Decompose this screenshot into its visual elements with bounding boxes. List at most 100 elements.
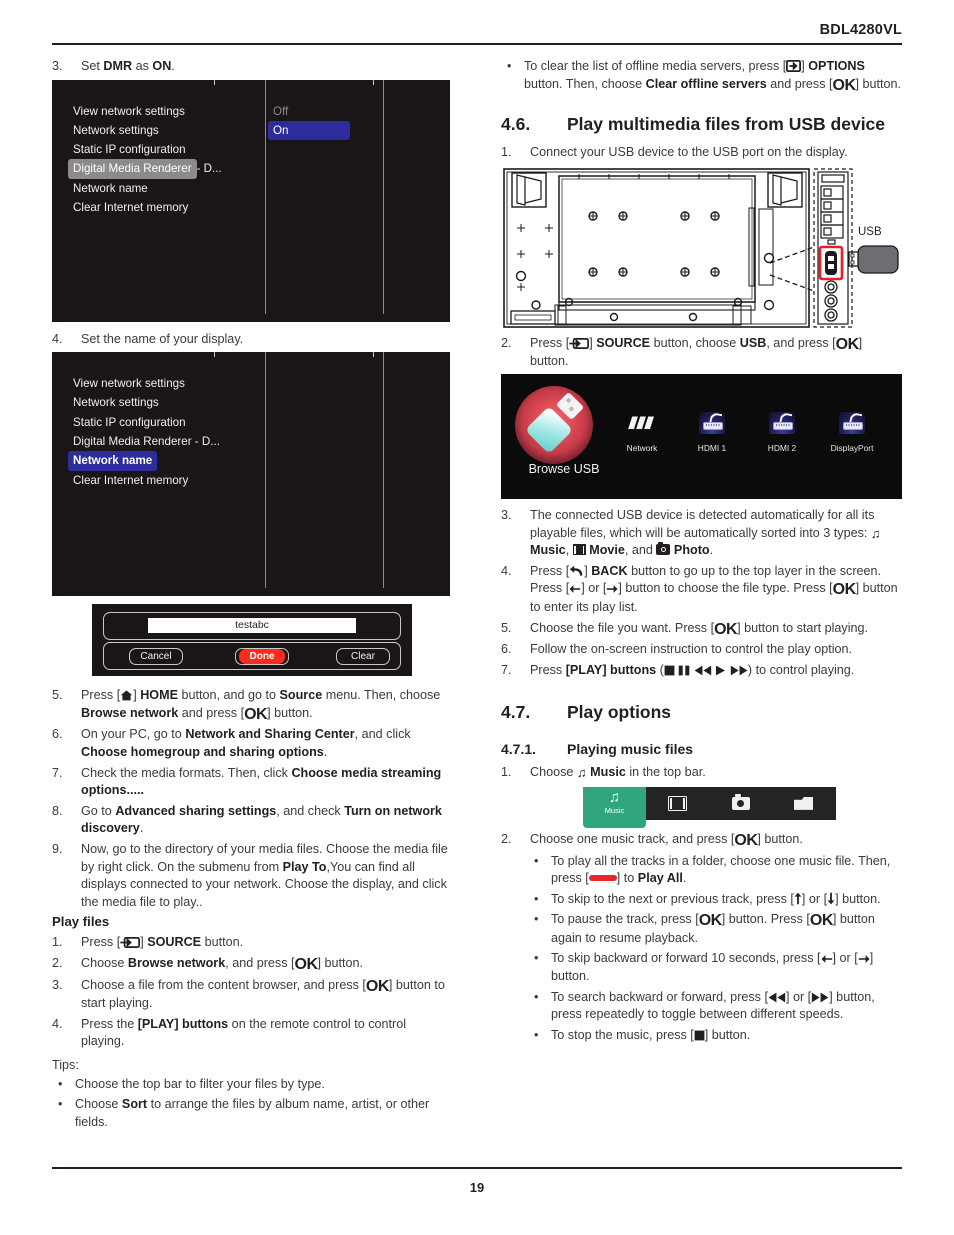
- source-item-network[interactable]: Network: [606, 408, 678, 453]
- text-run: ] or [: [832, 951, 858, 966]
- source-label-browse-usb: Browse USB: [528, 461, 600, 476]
- network-name-input[interactable]: testabc: [148, 618, 356, 634]
- text-run: Choose: [75, 1097, 122, 1112]
- text-run: Follow the on-screen instruction to cont…: [530, 642, 853, 657]
- osd-item[interactable]: Network settings: [68, 393, 164, 412]
- text-run-semibold: OPTIONS: [808, 59, 865, 73]
- osd-item[interactable]: Static IP configuration: [68, 140, 191, 159]
- text-run-bold: Photo: [670, 543, 710, 558]
- left-arrow-icon: [569, 581, 581, 595]
- list-number: 3.: [52, 977, 63, 992]
- list-item: 7. Check the media formats. Then, click C…: [52, 765, 452, 800]
- osd-option-on[interactable]: On: [268, 120, 350, 141]
- list-item: 9. Now, go to the directory of your media…: [52, 841, 452, 911]
- ok-key-glyph: OK: [809, 912, 834, 930]
- text-run-bold: Play All: [637, 871, 683, 886]
- osd-item[interactable]: Network name: [68, 179, 153, 198]
- text-run: menu. Then, choose: [322, 688, 441, 703]
- music-bullets-list: • To play all the tracks in a folder, cho…: [501, 853, 902, 1045]
- done-button[interactable]: Done: [235, 648, 289, 666]
- section-number: 4.7.1.: [501, 741, 537, 758]
- ok-key-glyph: OK: [294, 955, 319, 973]
- text-run: Choose a file from the content browser, …: [81, 977, 366, 992]
- list-item: • To skip backward or forward 10 seconds,…: [501, 950, 902, 985]
- osd-item[interactable]: View network settings: [68, 374, 190, 393]
- text-run: ] button.: [267, 705, 313, 720]
- list-item-text: Now, go to the directory of your media f…: [81, 842, 448, 909]
- text-run: Choose the top bar to filter your files …: [75, 1076, 325, 1091]
- list-item-text: Choose the file you want. Press [OK] but…: [530, 621, 868, 638]
- osd-item-selected[interactable]: Network name: [68, 451, 158, 471]
- text-run: , and press [: [225, 955, 295, 970]
- list-item-text: On your PC, go to Network and Sharing Ce…: [81, 727, 411, 759]
- text-run: .: [323, 744, 328, 759]
- osd-item[interactable]: Digital Media Renderer - D...: [68, 432, 225, 451]
- up-arrow-icon: [794, 892, 802, 906]
- text-run-semibold: HOME: [140, 688, 178, 703]
- text-run-bold: Source: [279, 688, 323, 703]
- ok-key-glyph: OK: [714, 620, 738, 638]
- list-item-text: Press [PLAY] buttons ( ) to control play…: [530, 663, 854, 677]
- right-steps-list: 3. The connected USB device is detected a…: [501, 507, 902, 679]
- osd-item[interactable]: Network settings: [68, 121, 164, 140]
- text-run-bold: [PLAY] buttons: [565, 662, 657, 677]
- osd-item[interactable]: Clear Internet memory: [68, 471, 193, 490]
- list-item: 4. Press [] BACK button to go up to the t…: [501, 563, 902, 617]
- media-type-top-bar: ♫ Music: [583, 786, 836, 828]
- bullet-text: To search backward or forward, press [] …: [551, 990, 875, 1022]
- step3-mid: as: [132, 59, 153, 73]
- section-title: Play multimedia files from USB device: [567, 114, 886, 135]
- cancel-button[interactable]: Cancel: [129, 648, 183, 666]
- folder-icon: [794, 796, 813, 810]
- list-number: 2.: [501, 831, 512, 846]
- osd-option-off[interactable]: Off: [268, 102, 350, 121]
- text-run: Press the: [81, 1016, 138, 1031]
- music-note-icon: ♫: [576, 765, 587, 781]
- display-rear-panel-diagram: USB: [501, 165, 902, 333]
- osd-item[interactable]: Static IP configuration: [68, 413, 191, 432]
- section-number: 4.6.: [501, 114, 531, 135]
- source-item-hdmi1[interactable]: HDMI 1: [676, 408, 748, 453]
- source-item-label: DisplayPort: [830, 442, 874, 453]
- ok-key-glyph: OK: [244, 705, 268, 723]
- text-run: and press [: [178, 705, 245, 720]
- stop-icon: [664, 663, 675, 677]
- usb-callout-label: USB: [858, 226, 882, 238]
- text-run: ] button.: [317, 955, 364, 970]
- text-run: ) to control playing.: [747, 662, 855, 677]
- right-top-bullet-list: • To clear the list of offline media ser…: [501, 58, 902, 94]
- list-number: 7.: [52, 765, 63, 780]
- usb-stick-icon[interactable]: [515, 385, 593, 464]
- text-run: ] or [: [801, 891, 828, 906]
- text-run: The connected USB device is detected aut…: [530, 507, 875, 540]
- osd-item[interactable]: View network settings: [68, 102, 190, 121]
- osd-item[interactable]: Clear Internet memory: [68, 198, 193, 217]
- list-number: 3.: [52, 59, 63, 73]
- right-column: • To clear the list of offline media ser…: [501, 58, 902, 1047]
- text-run: ] button.: [704, 1027, 751, 1042]
- clear-button[interactable]: Clear: [336, 648, 390, 666]
- tab-photo[interactable]: [709, 787, 772, 820]
- bullet-text: Choose the top bar to filter your files …: [75, 1077, 325, 1091]
- osd-tick-1: [214, 352, 216, 358]
- text-run-semibold: SOURCE: [596, 335, 651, 350]
- rewind-icon: [768, 990, 786, 1004]
- tab-folder[interactable]: [772, 787, 835, 820]
- text-run: , and check: [276, 803, 345, 818]
- tab-music[interactable]: ♫ Music: [583, 786, 646, 828]
- list-item: 6. Follow the on-screen instruction to co…: [501, 641, 902, 659]
- osd-tick-1: [214, 79, 216, 85]
- source-item-displayport[interactable]: DisplayPort: [816, 408, 888, 453]
- text-run: in the top bar.: [625, 765, 706, 780]
- tab-movie[interactable]: [646, 787, 709, 820]
- bullet-text: To skip backward or forward 10 seconds, …: [551, 951, 873, 983]
- down-arrow-icon: [827, 892, 835, 906]
- bullet-dot: •: [534, 989, 539, 1004]
- source-item-hdmi2[interactable]: HDMI 2: [746, 408, 818, 453]
- text-run: To search backward or forward, press [: [551, 989, 768, 1004]
- text-run: Choose: [81, 955, 128, 970]
- bullet-text: Choose Sort to arrange the files by albu…: [75, 1097, 429, 1129]
- osd-item-selected[interactable]: Digital Media Renderer: [68, 159, 197, 179]
- text-run: Go to: [81, 803, 116, 818]
- step3-bold2: ON: [152, 59, 172, 73]
